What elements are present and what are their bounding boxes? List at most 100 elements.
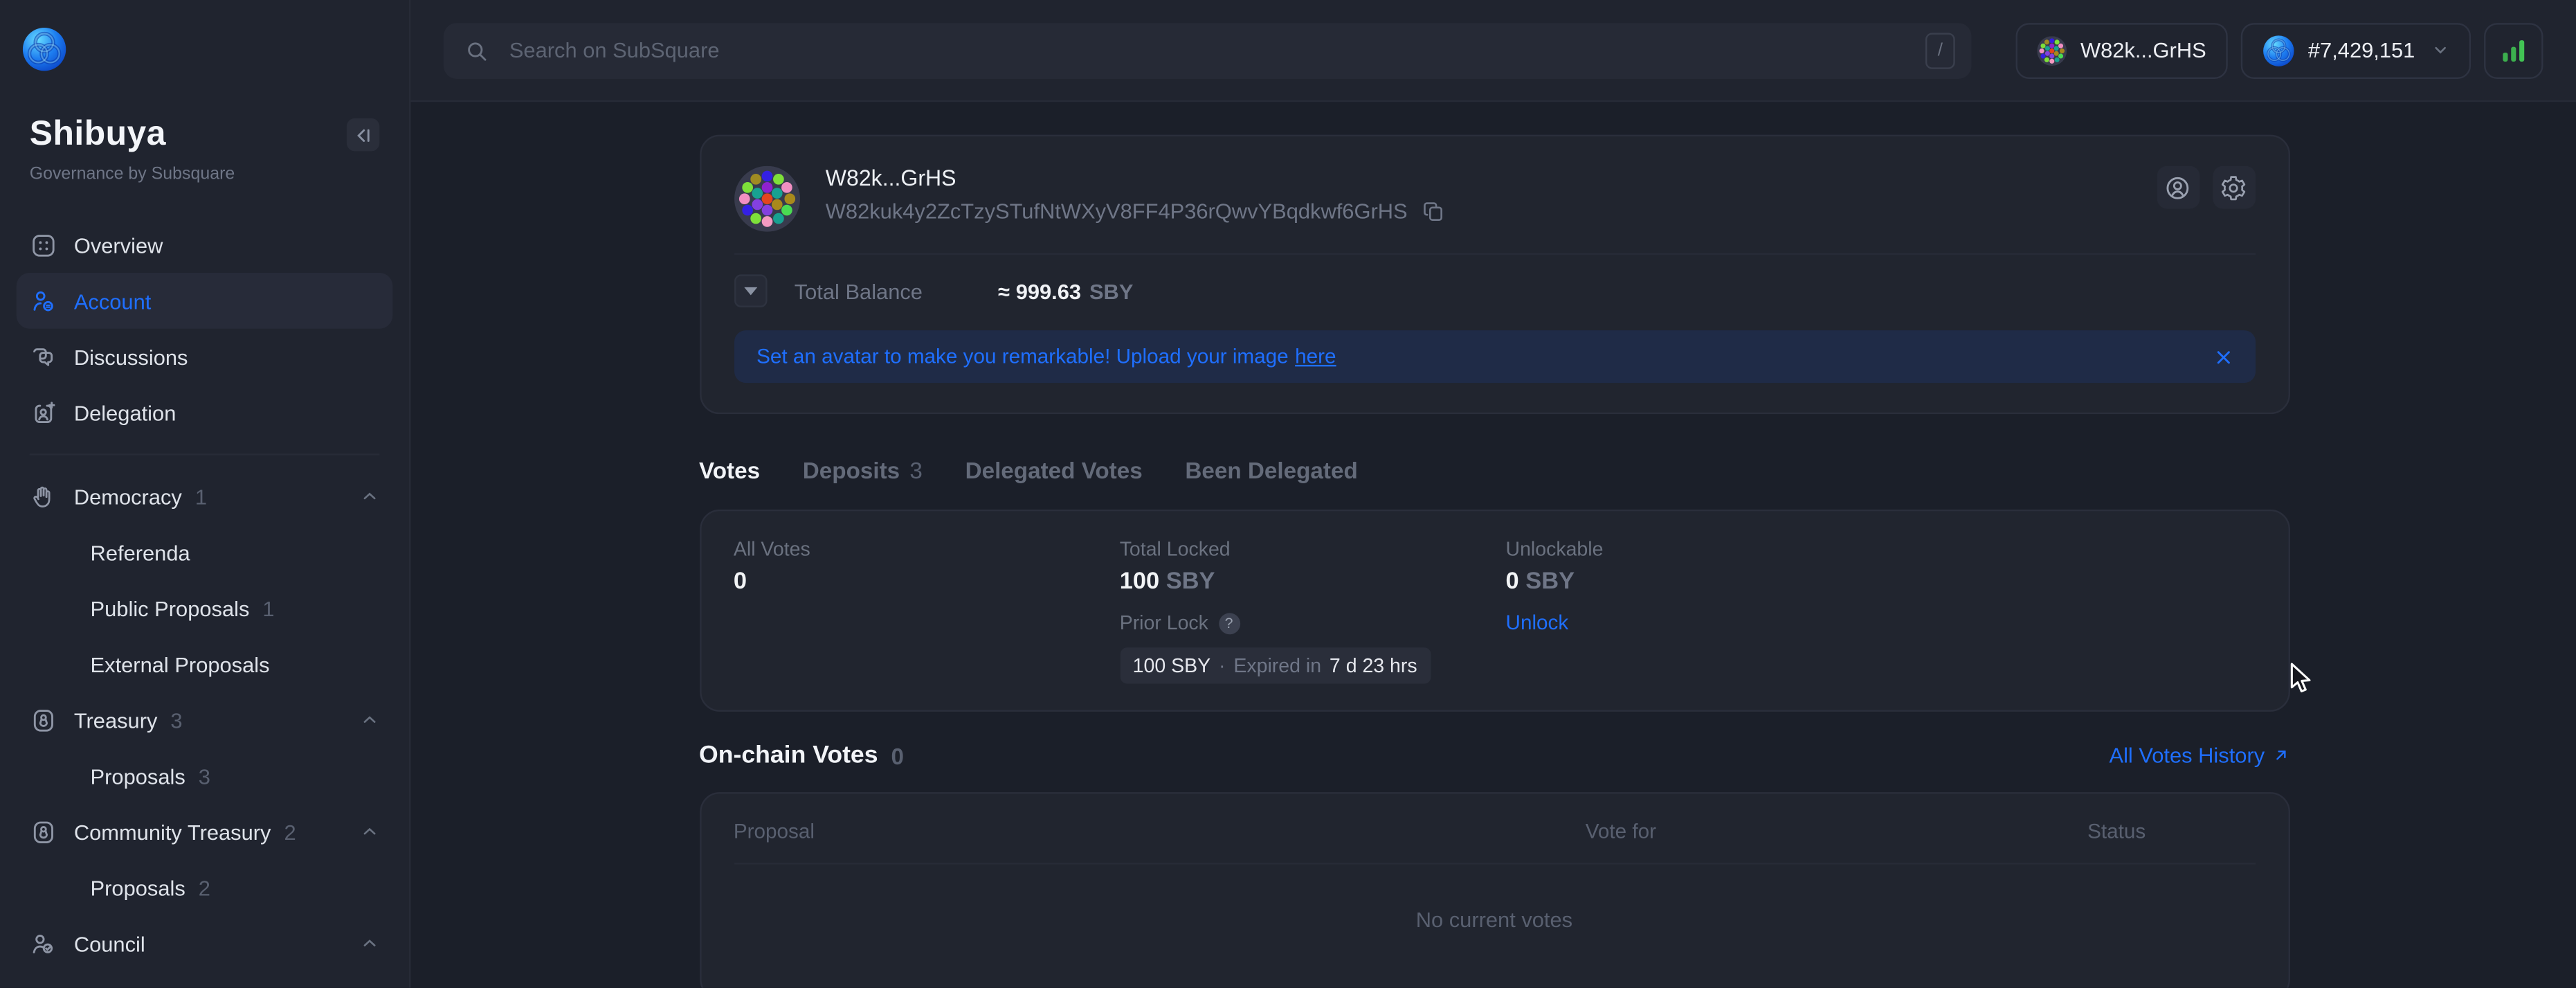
sidebar-item-label: Discussions <box>74 344 188 369</box>
sidebar-item-council[interactable]: Council <box>17 915 393 971</box>
sidebar-item-overview[interactable]: Overview <box>17 217 393 273</box>
sidebar-item-community-treasury-proposals[interactable]: Proposals 2 <box>17 859 393 915</box>
chain-stats-button[interactable] <box>2484 22 2543 78</box>
unlock-link[interactable]: Unlock <box>1506 611 1569 634</box>
arrow-up-right-icon <box>2271 746 2289 764</box>
connected-account-label: W82k...GrHS <box>2080 38 2206 63</box>
sidebar-item-count: 3 <box>199 764 210 789</box>
discussions-icon <box>30 343 57 370</box>
sidebar-item-label: Community Treasury <box>74 819 271 844</box>
question-circle-icon[interactable]: ? <box>1218 612 1240 634</box>
tab-delegated-votes[interactable]: Delegated Votes <box>965 457 1143 483</box>
sidebar-item-label: Referenda <box>91 540 190 565</box>
all-votes-history-link[interactable]: All Votes History <box>2109 743 2289 768</box>
table-empty-text: No current votes <box>700 865 2287 988</box>
sidebar-item-account[interactable]: Account <box>17 273 393 329</box>
tab-deposits[interactable]: Deposits3 <box>803 457 923 483</box>
identicon-icon <box>2038 35 2067 65</box>
topbar-actions: W82k...GrHS #7,429,151 <box>2016 22 2543 78</box>
sidebar-item-count: 2 <box>284 819 296 844</box>
banner-upload-link[interactable]: here <box>1295 345 1336 368</box>
tab-votes[interactable]: Votes <box>699 457 760 483</box>
sidebar-item-label: Overview <box>74 233 163 258</box>
balance-symbol: SBY <box>1089 278 1133 303</box>
total-locked-stat: Total Locked 100 SBY Prior Lock ? 100 SB… <box>1120 537 1506 683</box>
prior-lock-expire-label: Expired in <box>1233 654 1321 677</box>
total-locked-label: Total Locked <box>1120 537 1506 560</box>
sidebar-item-label: Proposals <box>91 875 185 900</box>
chain-logo-icon <box>2262 34 2294 66</box>
sidebar-item-external-proposals[interactable]: External Proposals <box>17 636 393 692</box>
topbar: / W82k...GrHS #7,429,151 <box>410 0 2576 102</box>
sidebar-item-democracy[interactable]: Democracy 1 <box>17 469 393 525</box>
prior-lock-chip: 100 SBY · Expired in 7 d 23 hrs <box>1120 647 1431 683</box>
total-locked-value: 100 <box>1120 568 1159 595</box>
profile-button[interactable] <box>2157 166 2199 209</box>
sidebar-item-label: Proposals <box>91 764 185 789</box>
sidebar-item-community-treasury[interactable]: Community Treasury 2 <box>17 804 393 860</box>
chevron-up-icon[interactable] <box>360 487 379 506</box>
account-icon <box>30 287 57 314</box>
collapse-sidebar-button[interactable] <box>347 118 379 151</box>
caret-down-icon <box>743 286 756 296</box>
sidebar-item-label: Delegation <box>74 400 176 425</box>
sidebar-item-delegation[interactable]: Delegation <box>17 384 393 440</box>
main-content: W82k...GrHS W82kuk4y2ZcTzySTufNtWXyV8FF4… <box>412 104 2576 988</box>
sidebar-nav: Overview Account Discussions Delegation … <box>0 217 409 971</box>
sidebar-item-treasury-proposals[interactable]: Proposals 3 <box>17 748 393 804</box>
unlockable-value: 0 <box>1506 568 1519 595</box>
tab-been-delegated[interactable]: Been Delegated <box>1185 457 1357 483</box>
sidebar-item-discussions[interactable]: Discussions <box>17 329 393 385</box>
chevron-up-icon[interactable] <box>360 933 379 953</box>
chevron-up-icon[interactable] <box>360 710 379 729</box>
card-divider <box>734 253 2255 255</box>
democracy-icon <box>30 483 57 510</box>
overview-icon <box>30 231 57 259</box>
sidebar-item-public-proposals[interactable]: Public Proposals 1 <box>17 580 393 636</box>
balance-label: Total Balance <box>795 278 923 303</box>
onchain-votes-count: 0 <box>891 742 905 769</box>
balance-value: ≈ 999.63 <box>998 278 1081 303</box>
sidebar: Shibuya Governance by Subsquare Overview… <box>0 0 410 988</box>
green-bars-icon <box>2501 37 2527 63</box>
sidebar-item-label: Public Proposals <box>91 595 250 620</box>
sidebar-item-label: Account <box>74 289 152 314</box>
delegation-icon <box>30 399 57 426</box>
sidebar-item-label: Treasury <box>74 708 158 733</box>
treasury-icon <box>30 706 57 734</box>
search-input[interactable] <box>506 36 1952 64</box>
connected-account-button[interactable]: W82k...GrHS <box>2016 22 2227 78</box>
settings-button[interactable] <box>2212 166 2255 209</box>
copy-address-icon[interactable] <box>1421 199 1446 224</box>
sidebar-item-count: 3 <box>170 708 182 733</box>
all-votes-stat: All Votes 0 <box>734 537 1120 683</box>
sidebar-item-label: External Proposals <box>91 652 270 676</box>
unlockable-stat: Unlockable 0 SBY Unlock <box>1506 537 2255 683</box>
sidebar-item-treasury[interactable]: Treasury 3 <box>17 692 393 748</box>
sidebar-item-count: 1 <box>195 484 207 509</box>
prior-lock-label: Prior Lock <box>1120 611 1208 634</box>
block-number-button[interactable]: #7,429,151 <box>2241 22 2471 78</box>
all-votes-value: 0 <box>734 568 1120 595</box>
table-header-proposal: Proposal <box>734 820 1586 843</box>
app-window: Shibuya Governance by Subsquare Overview… <box>0 0 2576 988</box>
banner-close-icon[interactable] <box>2214 348 2232 366</box>
identicon-avatar <box>734 166 799 232</box>
account-address: W82kuk4y2ZcTzySTufNtWXyV8FF4P36rQwvYBqdk… <box>826 199 1408 224</box>
gear-icon <box>2220 173 2247 201</box>
chain-logo-icon[interactable] <box>21 26 67 72</box>
account-card: W82k...GrHS W82kuk4y2ZcTzySTufNtWXyV8FF4… <box>699 135 2289 415</box>
prior-lock-expires: 7 d 23 hrs <box>1330 654 1417 677</box>
council-icon <box>30 929 57 957</box>
tab-count: 3 <box>909 457 923 483</box>
search-bar[interactable]: / <box>444 22 1972 78</box>
person-circle-icon <box>2164 173 2191 201</box>
chevron-up-icon[interactable] <box>360 822 379 841</box>
banner-text: Set an avatar to make you remarkable! Up… <box>756 345 1289 368</box>
balance-dropdown-toggle[interactable] <box>734 274 766 307</box>
chevron-left-bar-icon <box>354 126 372 144</box>
all-votes-label: All Votes <box>734 537 1120 560</box>
chevron-down-icon <box>2431 41 2449 59</box>
account-tabs: Votes Deposits3 Delegated Votes Been Del… <box>699 457 2289 483</box>
sidebar-item-referenda[interactable]: Referenda <box>17 524 393 580</box>
